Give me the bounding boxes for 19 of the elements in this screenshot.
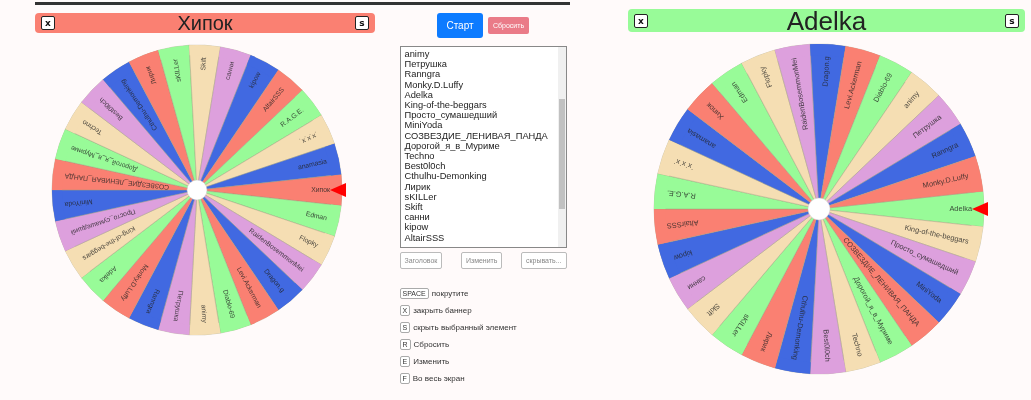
- hide-key-button[interactable]: s: [355, 16, 369, 30]
- winner-title: Adelka: [786, 7, 867, 34]
- shortcut-text: Во весь экран: [412, 374, 465, 383]
- scrollbar-thumb[interactable]: [558, 99, 565, 209]
- shortcut-text: Изменить: [413, 357, 450, 366]
- wheel-hub: [807, 197, 830, 221]
- shortcut-text: Сбросить: [413, 340, 450, 349]
- pointer-icon: [971, 202, 988, 216]
- winner-title: Хипок: [177, 13, 233, 33]
- wheel-hub: [186, 179, 208, 201]
- close-key-button[interactable]: x: [41, 16, 55, 30]
- names-textarea[interactable]: animy Петрушка Ranngra Monky.D.Luffy Adelka King-of-the-beggars Просто_сумашедший MiniYoda СОЗВЕЗДИЕ_ЛЕНИВАЯ_ПАНДА Дорогой_я_в_Муриме Techno Best0l0ch Cthulhu-Demonking Лирик sKILLer Skift санни kipow AltairSSS: [399, 46, 567, 248]
- shortcut-text: закрыть баннер: [413, 306, 472, 315]
- pointer-icon: [330, 183, 346, 197]
- shortcut-text: покрутите: [431, 289, 469, 298]
- start-button[interactable]: Старт: [437, 13, 483, 38]
- hide-key-button[interactable]: s: [1005, 13, 1019, 28]
- close-key-button[interactable]: x: [634, 13, 648, 28]
- shortcut-text: скрыть выбранный элемент: [413, 323, 517, 332]
